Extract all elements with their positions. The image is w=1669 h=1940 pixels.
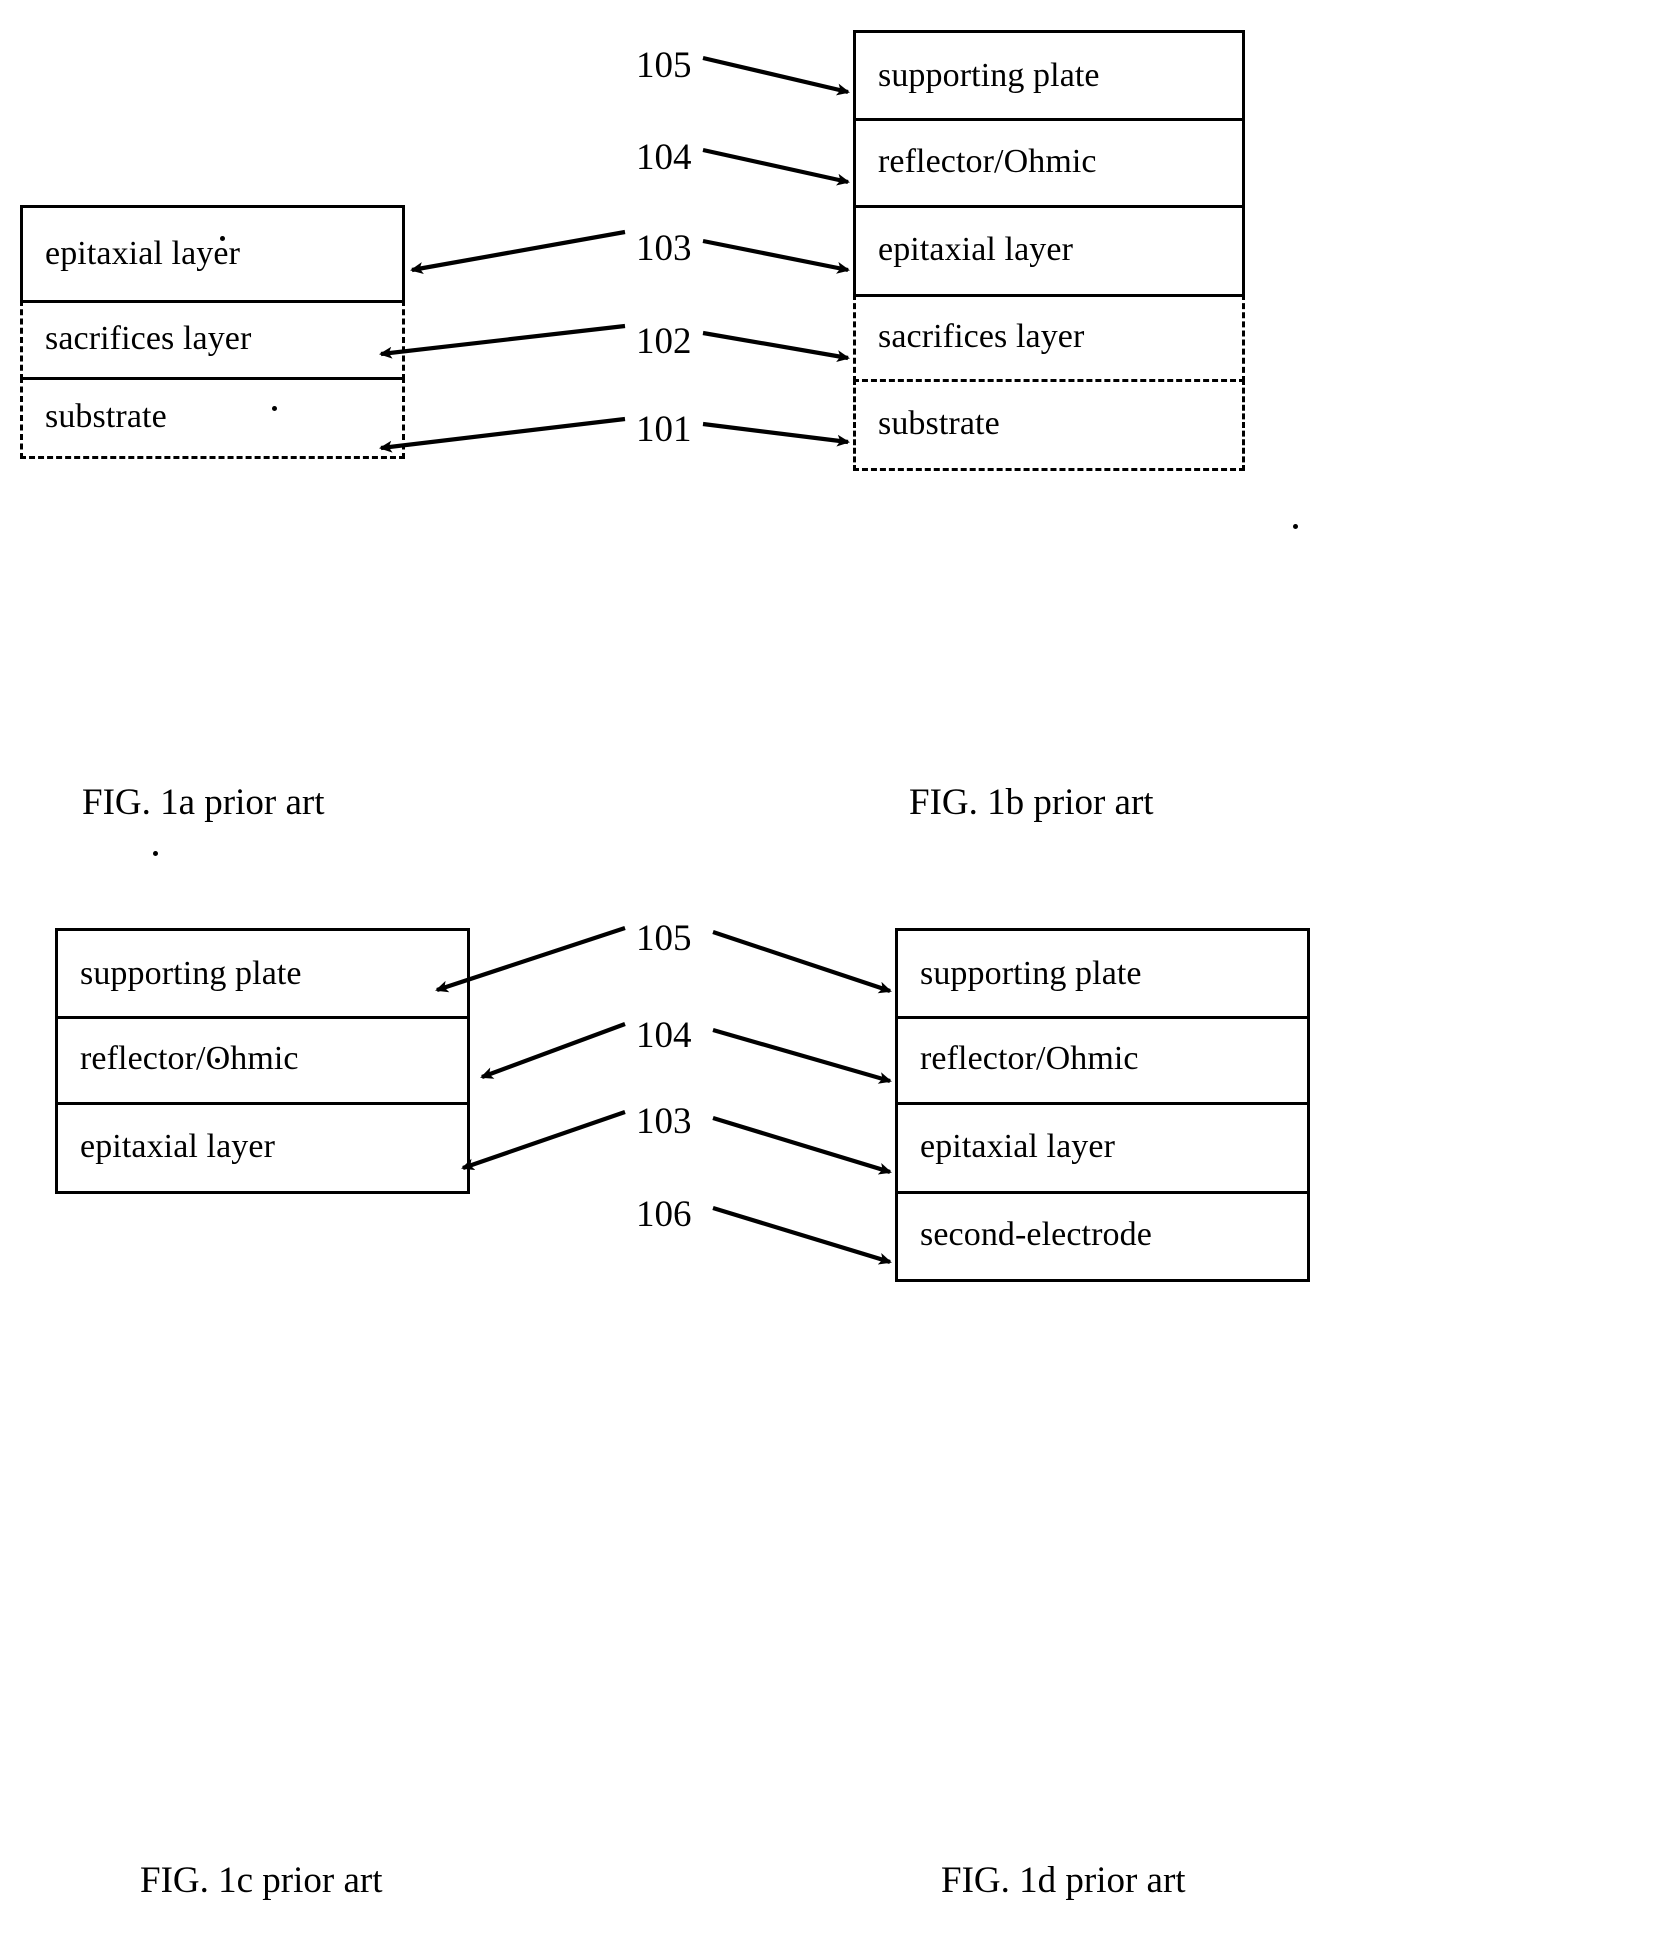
layer-epitaxial-layer: epitaxial layer xyxy=(853,205,1245,297)
layer-label: epitaxial layer xyxy=(45,235,241,272)
layer-supporting-plate: supporting plate xyxy=(895,928,1310,1019)
refnum-text: 105 xyxy=(636,45,692,86)
leader-105-to-1d xyxy=(712,930,892,994)
layer-label: substrate xyxy=(45,397,167,435)
leader-104-to-1c xyxy=(480,1022,626,1079)
caption-fig-1c: FIG. 1c prior art xyxy=(140,1862,383,1899)
layer-reflector-ohmic: reflector/Ohmic xyxy=(853,118,1245,208)
scan-speck xyxy=(272,406,277,411)
caption-text: FIG. 1c prior art xyxy=(140,1860,383,1901)
reference-numeral-101-top: 101 xyxy=(636,411,692,448)
reference-numeral-103-top: 103 xyxy=(636,230,692,267)
layer-label: reflector/Ohmic xyxy=(80,1040,299,1077)
refnum-text: 102 xyxy=(636,321,692,362)
layer-label: second-electrode xyxy=(920,1216,1152,1253)
layer-substrate: substrate xyxy=(20,377,405,459)
figure-1a-stack: epitaxial layer sacrifices layer substra… xyxy=(20,205,405,459)
leader-102-to-1b xyxy=(702,330,850,363)
caption-text: FIG. 1d prior art xyxy=(941,1860,1186,1901)
layer-supporting-plate: supporting plate xyxy=(55,928,470,1019)
layer-label: epitaxial layer xyxy=(80,1127,276,1165)
layer-epitaxial-layer: epitaxial layer xyxy=(55,1102,470,1194)
figure-1d-stack: supporting plate reflector/Ohmic epitaxi… xyxy=(895,928,1310,1282)
scan-speck xyxy=(1293,524,1298,529)
scan-speck xyxy=(153,851,158,856)
figure-1b-stack: supporting plate reflector/Ohmic epitaxi… xyxy=(853,30,1245,471)
caption-text: FIG. 1b prior art xyxy=(909,782,1154,823)
scan-speck xyxy=(215,1058,220,1063)
leader-101-to-1b xyxy=(702,421,850,447)
reference-numeral-102-top: 102 xyxy=(636,323,692,360)
reference-numeral-104-bottom: 104 xyxy=(636,1017,692,1054)
layer-label: reflector/Ohmic xyxy=(920,1040,1139,1077)
layer-label: supporting plate xyxy=(920,954,1142,992)
refnum-text: 101 xyxy=(636,409,692,450)
layer-label: epitaxial layer xyxy=(878,230,1074,268)
caption-fig-1b: FIG. 1b prior art xyxy=(909,784,1154,821)
refnum-text: 103 xyxy=(636,1101,692,1142)
layer-supporting-plate: supporting plate xyxy=(853,30,1245,121)
layer-reflector-ohmic: reflector/Ohmic xyxy=(895,1016,1310,1105)
leader-104-to-1b xyxy=(702,147,850,186)
caption-text: FIG. 1a prior art xyxy=(82,782,325,823)
reference-numeral-105-top: 105 xyxy=(636,47,692,84)
refnum-text: 104 xyxy=(636,1015,692,1056)
layer-epitaxial-layer: epitaxial layer xyxy=(20,205,405,303)
reference-numeral-104-top: 104 xyxy=(636,139,692,176)
refnum-text: 104 xyxy=(636,137,692,178)
refnum-text: 103 xyxy=(636,228,692,269)
layer-label: sacrifices layer xyxy=(878,317,1085,355)
refnum-text: 106 xyxy=(636,1194,692,1235)
layer-label: sacrifices layer xyxy=(45,319,252,357)
layer-label: substrate xyxy=(878,404,1000,442)
layer-label: supporting plate xyxy=(878,56,1100,94)
layer-label: reflector/Ohmic xyxy=(878,142,1097,180)
layer-label: supporting plate xyxy=(80,954,302,992)
reference-numeral-106-bottom: 106 xyxy=(636,1196,692,1233)
leader-103-to-1b xyxy=(702,238,850,274)
leader-102-to-1a xyxy=(379,323,626,359)
layer-substrate: substrate xyxy=(853,379,1245,471)
leader-106-to-1d xyxy=(712,1205,892,1265)
caption-fig-1d: FIG. 1d prior art xyxy=(941,1862,1186,1899)
scan-speck xyxy=(220,236,225,241)
layer-second-electrode: second-electrode xyxy=(895,1191,1310,1282)
layer-label: epitaxial layer xyxy=(920,1127,1116,1165)
layer-sacrifices-layer: sacrifices layer xyxy=(20,300,405,380)
leader-104-to-1d xyxy=(712,1027,892,1084)
layer-epitaxial-layer: epitaxial layer xyxy=(895,1102,1310,1194)
leader-103-to-1c xyxy=(461,1110,626,1171)
leader-105-to-1b xyxy=(702,55,850,96)
reference-numeral-103-bottom: 103 xyxy=(636,1103,692,1140)
caption-fig-1a: FIG. 1a prior art xyxy=(82,784,325,821)
layer-sacrifices-layer: sacrifices layer xyxy=(853,294,1245,382)
figure-1c-stack: supporting plate reflector/Ohmic epitaxi… xyxy=(55,928,470,1194)
reference-numeral-105-bottom: 105 xyxy=(636,920,692,957)
refnum-text: 105 xyxy=(636,918,692,959)
leader-101-to-1a xyxy=(379,416,626,453)
layer-reflector-ohmic: reflector/Ohmic xyxy=(55,1016,470,1105)
leader-103-to-1a xyxy=(410,229,626,274)
patent-drawing-sheet: epitaxial layer sacrifices layer substra… xyxy=(0,0,1669,1940)
leader-103-to-1d xyxy=(712,1115,892,1175)
